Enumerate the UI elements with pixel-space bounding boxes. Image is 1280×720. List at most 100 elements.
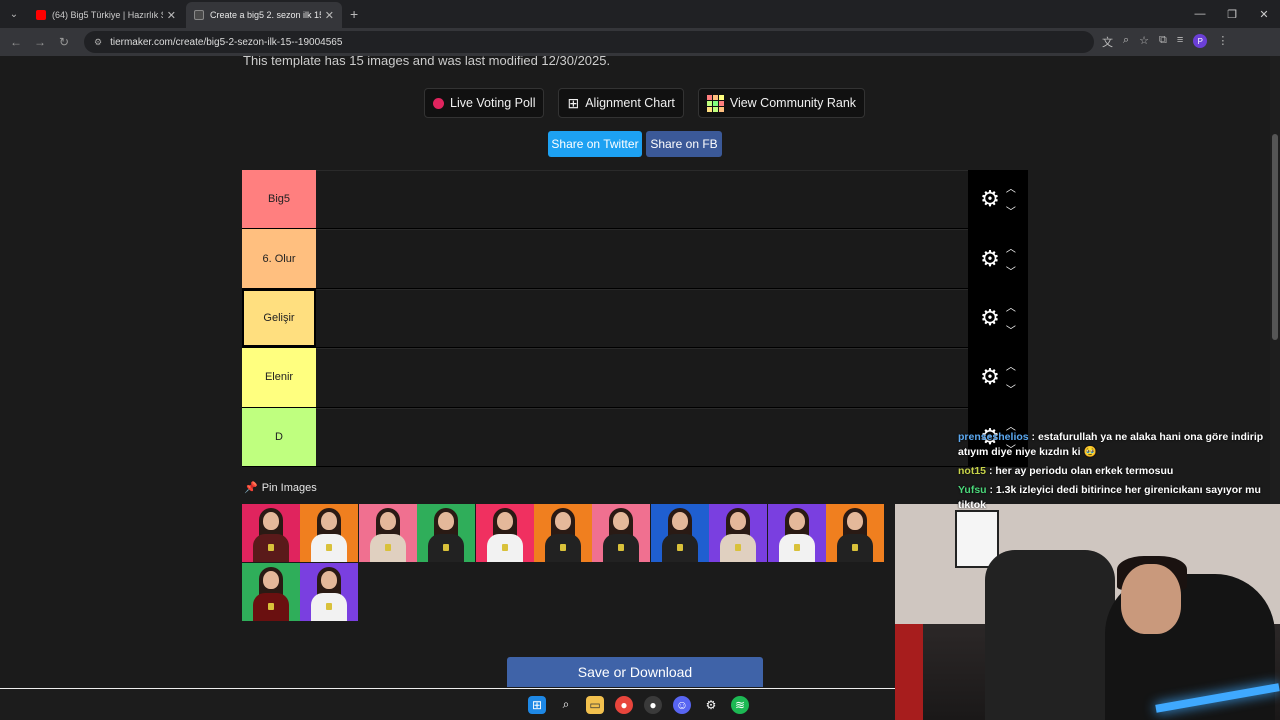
minimize-button[interactable]: — <box>1184 0 1216 28</box>
contestant-image[interactable] <box>534 504 592 562</box>
window-controls: — ❐ ✕ <box>1184 0 1280 28</box>
live-voting-label: Live Voting Poll <box>450 96 536 110</box>
maximize-button[interactable]: ❐ <box>1216 0 1248 28</box>
discord-icon[interactable]: ☺ <box>673 695 691 714</box>
contestant-image[interactable] <box>709 504 768 562</box>
chevron-down-icon[interactable]: ﹀ <box>1006 203 1016 218</box>
chat-overlay: prenseshelios : estafurullah ya ne alaka… <box>958 430 1280 517</box>
chevron-up-icon[interactable]: ︿ <box>1006 240 1016 255</box>
tab-tiermaker[interactable]: Create a big5 2. sezon ilk 15 Tie ✕ <box>186 2 342 28</box>
windows-start-icon[interactable]: ⊞ <box>528 695 546 714</box>
record-dot-icon <box>433 97 444 109</box>
contestant-image[interactable] <box>242 563 300 621</box>
back-icon[interactable]: ← <box>4 35 28 49</box>
live-voting-poll-button[interactable]: Live Voting Poll <box>424 88 545 118</box>
chevron-down-icon[interactable]: ﹀ <box>1006 263 1016 278</box>
file-explorer-icon[interactable]: ▭ <box>586 695 604 714</box>
chrome-active-icon[interactable]: ● <box>644 695 662 714</box>
translate-icon[interactable]: 文 <box>1102 34 1113 50</box>
gear-icon[interactable]: ⚙ <box>980 366 1000 388</box>
chat-text: : 1.3k izleyici dedi bitirince her giren… <box>958 484 1261 511</box>
new-tab-button[interactable]: + <box>350 6 358 22</box>
tier-row: Gelişir ⚙ ︿ ﹀ <box>242 288 1028 349</box>
toolbar-actions: 文 ⌕ ☆ ⧉ ≡ P ⋮ <box>1102 34 1228 50</box>
share-facebook-button[interactable]: Share on FB <box>646 131 722 157</box>
contestant-image[interactable] <box>300 563 359 621</box>
profile-avatar[interactable]: P <box>1193 34 1208 48</box>
tier-controls: ⚙ ︿ ﹀ <box>968 170 1028 229</box>
tier-drop-zone[interactable] <box>316 229 968 288</box>
save-download-button[interactable]: Save or Download <box>507 657 763 687</box>
image-pool <box>242 504 894 622</box>
alignment-label: Alignment Chart <box>585 96 675 110</box>
chat-username: not15 <box>958 465 987 477</box>
alignment-chart-button[interactable]: ⊞ Alignment Chart <box>558 88 684 118</box>
tier-drop-zone[interactable] <box>316 407 968 466</box>
tier-drop-zone[interactable] <box>316 348 968 407</box>
browser-tab-strip: ⌄ (64) Big5 Türkiye | Hazırlık Sezo ✕ Cr… <box>0 0 1280 28</box>
community-rank-button[interactable]: View Community Rank <box>697 88 866 118</box>
tier-label[interactable]: Gelişir <box>242 288 316 348</box>
chevron-up-icon[interactable]: ︿ <box>1006 358 1016 373</box>
chrome-icon[interactable]: ● <box>615 695 633 714</box>
zoom-icon[interactable]: ⌕ <box>1123 34 1129 50</box>
url-text: tiermaker.com/create/big5-2-sezon-ilk-15… <box>110 36 343 48</box>
tier-controls: ⚙ ︿ ﹀ <box>968 229 1028 288</box>
tier-drop-zone[interactable] <box>316 170 968 229</box>
url-input[interactable]: ⚙ tiermaker.com/create/big5-2-sezon-ilk-… <box>84 31 1094 53</box>
contestant-image[interactable] <box>592 504 651 562</box>
contestant-image[interactable] <box>417 504 476 562</box>
chevron-up-icon[interactable]: ︿ <box>1006 180 1016 195</box>
contestant-image[interactable] <box>475 504 534 562</box>
chat-username: Yufsu <box>958 484 987 496</box>
contestant-image[interactable] <box>242 504 300 562</box>
action-buttons: Live Voting Poll ⊞ Alignment Chart View … <box>424 88 866 118</box>
spotify-icon[interactable]: ≋ <box>731 695 749 714</box>
tab-youtube[interactable]: (64) Big5 Türkiye | Hazırlık Sezo ✕ <box>28 2 184 28</box>
extensions-icon[interactable]: ⧉ <box>1159 34 1167 50</box>
reload-icon[interactable]: ↻ <box>52 35 76 49</box>
chevron-down-icon[interactable]: ﹀ <box>1006 381 1016 396</box>
contestant-image[interactable] <box>826 504 884 562</box>
tier-label[interactable]: Elenir <box>242 348 316 407</box>
close-window-button[interactable]: ✕ <box>1248 0 1280 28</box>
tier-label[interactable]: D <box>242 407 316 466</box>
site-info-icon[interactable]: ⚙ <box>94 37 102 48</box>
scrollbar-thumb[interactable] <box>1272 134 1278 340</box>
community-rank-label: View Community Rank <box>729 96 857 110</box>
contestant-image[interactable] <box>300 504 359 562</box>
settings-icon[interactable]: ⚙ <box>702 696 720 714</box>
grid-icon: ⊞ <box>567 94 580 111</box>
gear-icon[interactable]: ⚙ <box>980 247 1000 270</box>
chat-text: : her ay periodu olan erkek termosuu <box>988 465 1174 477</box>
tier-label[interactable]: 6. Olur <box>242 229 316 288</box>
forward-icon[interactable]: → <box>28 35 52 49</box>
bookmark-star-icon[interactable]: ☆ <box>1139 34 1149 50</box>
tier-label[interactable]: Big5 <box>242 170 316 229</box>
tiermaker-icon <box>194 10 204 20</box>
chat-message: Yufsu : 1.3k izleyici dedi bitirince her… <box>958 483 1280 513</box>
search-icon[interactable]: ⌕ <box>557 696 575 714</box>
tab-search-icon[interactable]: ⌄ <box>0 0 28 28</box>
contestant-image[interactable] <box>650 504 709 562</box>
tier-row: Big5 ⚙ ︿ ﹀ <box>242 170 1028 230</box>
webcam-overlay <box>895 504 1280 720</box>
address-bar-row: ← → ↻ ⚙ tiermaker.com/create/big5-2-sezo… <box>0 28 1280 56</box>
contestant-image[interactable] <box>767 504 826 562</box>
tier-drop-zone[interactable] <box>316 288 968 348</box>
windows-taskbar: ⊞ ⌕ ▭ ● ● ☺ ⚙ ≋ <box>0 688 895 720</box>
menu-icon[interactable]: ⋮ <box>1217 34 1228 50</box>
media-icon[interactable]: ≡ <box>1177 34 1183 50</box>
gear-icon[interactable]: ⚙ <box>980 306 1000 329</box>
chevron-down-icon[interactable]: ﹀ <box>1006 322 1016 337</box>
tier-row: D ⚙ ︿ ﹀ <box>242 407 1028 467</box>
close-tab-icon[interactable]: ✕ <box>325 9 334 22</box>
tier-row: Elenir ⚙ ︿ ﹀ <box>242 348 1028 408</box>
gear-icon[interactable]: ⚙ <box>980 188 1000 210</box>
chevron-up-icon[interactable]: ︿ <box>1006 299 1016 314</box>
close-tab-icon[interactable]: ✕ <box>167 9 176 22</box>
pin-icon: 📌 <box>244 482 258 494</box>
share-twitter-button[interactable]: Share on Twitter <box>548 131 642 157</box>
contestant-image[interactable] <box>358 504 417 562</box>
pin-images-toggle[interactable]: 📌 Pin Images <box>244 481 317 494</box>
